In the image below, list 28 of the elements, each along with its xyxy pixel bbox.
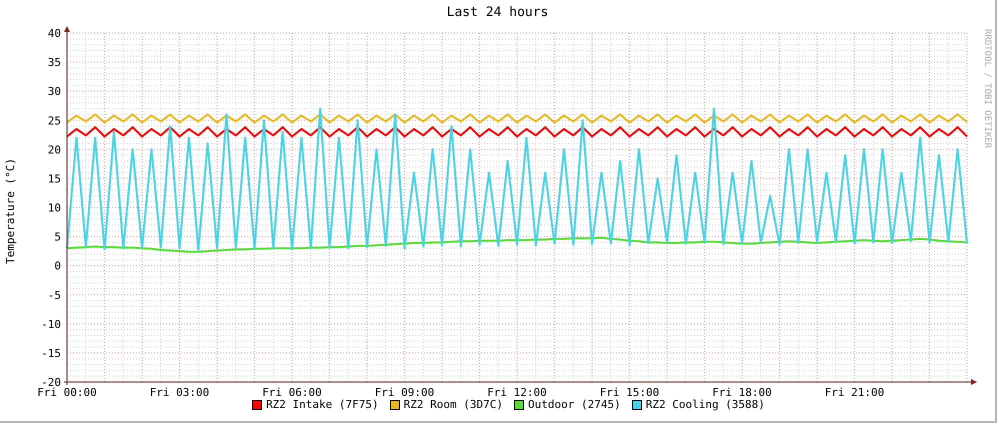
y-tick-label: 20 [48,143,61,156]
y-tick-label: 5 [54,230,61,244]
y-axis-label: Temperature (°C) [2,158,18,264]
y-tick-label: -15 [41,346,61,360]
chart-title: Last 24 hours [446,4,548,22]
x-tick-label: Fri 06:00 [262,386,322,397]
y-tick-label: 10 [48,202,61,214]
y-tick-label: 15 [48,172,61,186]
y-tick-label: 40 [48,27,61,40]
y-tick-label: 35 [48,56,61,70]
x-tick-label: Fri 03:00 [150,386,210,397]
x-tick-label: Fri 09:00 [374,386,434,397]
y-tick-label: 25 [48,114,61,128]
credit-text: RRDTOOL / TOBI OETIKER [980,29,993,148]
x-tick-label: Fri 15:00 [600,386,660,397]
legend-label: RZ2 Intake (7F75) [266,397,379,413]
x-tick-label: Fri 12:00 [487,386,547,397]
y-tick-label: -5 [48,288,61,302]
y-tick-label: 30 [48,85,61,98]
x-tick-label: Fri 21:00 [824,386,884,397]
x-tick-label: Fri 00:00 [37,386,97,397]
legend-label: Outdoor (2745) [528,397,621,413]
y-tick-label: -20 [41,376,61,389]
legend-label: RZ2 Cooling (3588) [646,397,765,413]
legend-label: RZ2 Room (3D7C) [404,397,503,413]
y-tick-label: -10 [41,318,61,331]
y-tick-label: 0 [54,260,61,273]
x-tick-label: Fri 18:00 [712,386,772,397]
